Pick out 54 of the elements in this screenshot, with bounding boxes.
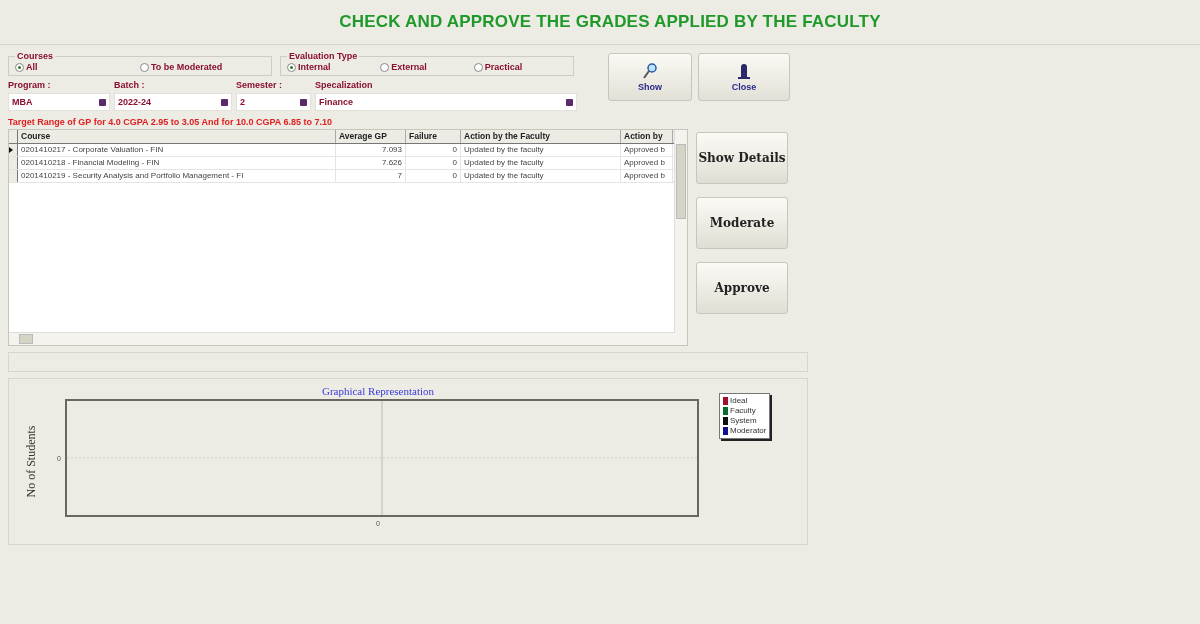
chart-title: Graphical Representation [321,385,435,399]
table-cell: 0201410219 - Security Analysis and Portfolio Management - FI [18,170,336,182]
vertical-scrollbar[interactable] [674,130,687,345]
table-cell: 7 [336,170,406,182]
dropdown[interactable]: 2 [236,93,311,111]
column-header[interactable]: Course [18,130,336,143]
column-header[interactable]: Failure [406,130,461,143]
legend-item: Moderator [723,426,767,436]
field-label: Semester : [236,80,283,90]
dropdown[interactable]: 2022-24 [114,93,232,111]
action-button[interactable]: Show Details [696,132,788,184]
legend-item: Ideal [723,396,767,406]
dropdown[interactable]: Finance [315,93,577,111]
column-header[interactable]: Average GP [336,130,406,143]
column-header[interactable]: Action by [621,130,673,143]
table-cell: 7.626 [336,157,406,169]
action-button[interactable]: Moderate [696,197,788,249]
table-cell: Approved b [621,170,673,182]
table-cell: Approved b [621,157,673,169]
target-range-note: Target Range of GP for 4.0 CGPA 2.95 to 3.05 And for 10.0 CGPA 6.85 to 7.10 [8,117,333,127]
table-cell: Updated by the faculty [461,170,621,182]
table-cell: Approved b [621,144,673,156]
radio-option[interactable]: Internal [287,62,381,72]
action-button[interactable]: Approve [696,262,788,314]
page-title: CHECK AND APPROVE THE GRADES APPLIED BY THE FACULTY [339,12,881,32]
table-cell: 0 [406,157,461,169]
radio-option[interactable]: External [380,62,474,72]
table-cell: 7.093 [336,144,406,156]
radio-option[interactable]: All [15,62,140,72]
table-cell: Updated by the faculty [461,157,621,169]
radio-option[interactable]: Practical [473,62,567,72]
legend-item: System [723,416,767,426]
horizontal-scrollbar[interactable] [9,332,675,345]
field-label: Program : [8,80,51,90]
field-label: Specalization [315,80,373,90]
close-button[interactable]: Close [698,53,790,101]
column-header[interactable]: Action by the Faculty [461,130,621,143]
radio-option[interactable]: To be Moderated [140,62,265,72]
group-label: Courses [16,52,54,61]
y-axis-label: No of Students [23,425,39,498]
current-row-icon [9,147,13,153]
row-selector[interactable] [9,144,18,156]
field-label: Batch : [114,80,145,90]
dropdown[interactable]: MBA [8,93,110,111]
table-cell: 0 [406,144,461,156]
table-cell: 0201410218 - Financial Modeling - FIN [18,157,336,169]
search-icon [643,62,657,79]
door-icon [738,62,750,79]
group-label: Evaluation Type [288,52,359,61]
table-cell: 0201410217 - Corporate Valuation - FIN [18,144,336,156]
show-button[interactable]: Show [608,53,692,101]
table-cell: Updated by the faculty [461,144,621,156]
legend-item: Faculty [723,406,767,416]
table-cell: 0 [406,170,461,182]
